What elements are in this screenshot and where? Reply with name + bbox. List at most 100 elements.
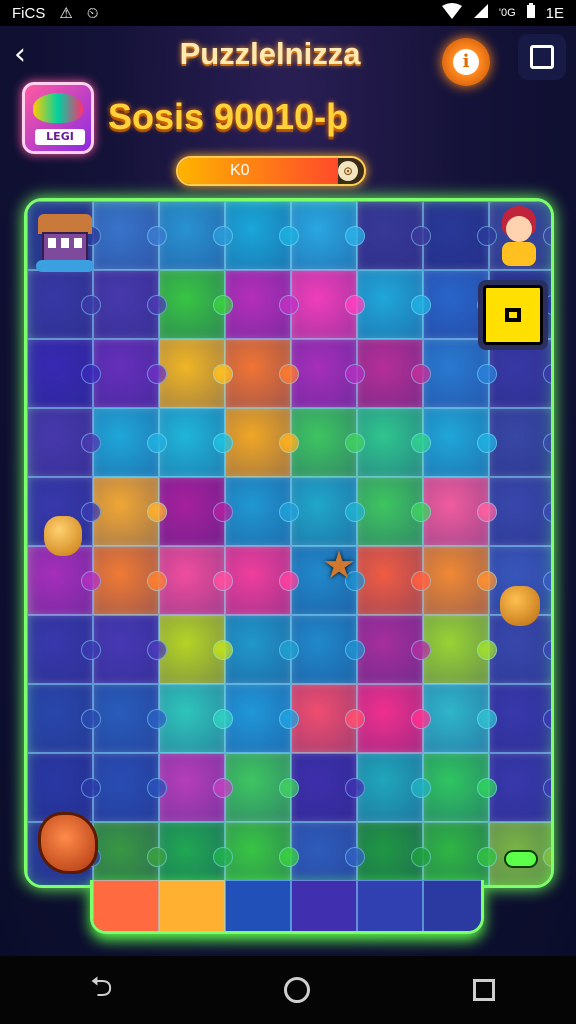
puzzle-piece[interactable]	[159, 270, 233, 339]
puzzle-piece[interactable]	[357, 339, 431, 408]
puzzle-piece[interactable]	[225, 270, 299, 339]
star-icon[interactable]: ★	[322, 546, 360, 584]
puzzle-piece[interactable]	[159, 753, 233, 822]
puzzle-piece[interactable]	[423, 546, 497, 615]
puzzle-piece[interactable]	[159, 684, 233, 753]
puzzle-piece[interactable]	[423, 753, 497, 822]
puzzle-board	[24, 198, 554, 888]
puzzle-piece[interactable]	[225, 822, 299, 885]
puzzle-piece[interactable]	[423, 477, 497, 546]
stop-button[interactable]	[478, 280, 548, 350]
signal-icon	[473, 3, 489, 23]
clock-icon: ⏲	[86, 4, 99, 22]
progress-knob-icon[interactable]: ⊙	[338, 161, 358, 181]
puzzle-piece[interactable]	[159, 546, 233, 615]
puzzle-piece[interactable]	[93, 270, 167, 339]
puzzle-piece[interactable]	[93, 408, 167, 477]
puzzle-piece[interactable]	[423, 615, 497, 684]
puzzle-piece[interactable]	[225, 684, 299, 753]
puzzle-piece[interactable]	[357, 408, 431, 477]
puzzle-piece[interactable]	[291, 753, 365, 822]
puzzle-piece[interactable]	[291, 339, 365, 408]
menu-square-button[interactable]	[518, 34, 566, 80]
puzzle-piece[interactable]	[489, 753, 551, 822]
puzzle-piece[interactable]	[423, 408, 497, 477]
progress-label: K0	[230, 162, 250, 179]
puzzle-piece[interactable]	[423, 339, 497, 408]
loose-piece-token[interactable]	[500, 586, 540, 626]
puzzle-piece[interactable]	[357, 615, 431, 684]
puzzle-piece[interactable]	[27, 408, 101, 477]
puzzle-piece[interactable]	[357, 684, 431, 753]
level-badge[interactable]: LEGI	[22, 82, 94, 154]
puzzle-piece[interactable]	[93, 477, 167, 546]
puzzle-piece[interactable]	[291, 408, 365, 477]
puzzle-piece[interactable]	[159, 339, 233, 408]
character-icon[interactable]	[482, 200, 556, 274]
puzzle-piece[interactable]	[159, 822, 233, 885]
puzzle-board-extension	[90, 880, 484, 934]
puzzle-piece[interactable]	[489, 684, 551, 753]
puzzle-piece[interactable]	[93, 615, 167, 684]
nav-back-icon[interactable]: ⮌	[81, 966, 121, 1014]
puzzle-piece[interactable]	[27, 339, 101, 408]
puzzle-piece[interactable]	[27, 270, 101, 339]
puzzle-piece[interactable]	[357, 270, 431, 339]
nav-recent-apps-icon[interactable]	[472, 979, 495, 1001]
puzzle-piece[interactable]	[291, 684, 365, 753]
back-button[interactable]: ‹	[14, 38, 44, 72]
puzzle-piece[interactable]	[357, 477, 431, 546]
puzzle-piece[interactable]	[27, 615, 101, 684]
puzzle-piece[interactable]	[27, 546, 101, 615]
dragon-icon[interactable]	[30, 806, 104, 880]
puzzle-piece[interactable]	[489, 408, 551, 477]
puzzle-piece[interactable]	[225, 615, 299, 684]
house-icon[interactable]	[28, 204, 102, 278]
puzzle-piece[interactable]	[291, 201, 365, 270]
game-title: Puzzlelnizza	[179, 36, 361, 71]
puzzle-piece[interactable]	[225, 339, 299, 408]
puzzle-piece[interactable]	[93, 684, 167, 753]
puzzle-piece[interactable]	[489, 477, 551, 546]
puzzle-piece[interactable]	[291, 270, 365, 339]
pill-icon[interactable]	[504, 850, 538, 868]
puzzle-piece[interactable]	[159, 201, 233, 270]
puzzle-piece[interactable]	[423, 822, 497, 885]
puzzle-piece[interactable]	[225, 408, 299, 477]
puzzle-piece[interactable]	[225, 201, 299, 270]
puzzle-piece[interactable]	[159, 408, 233, 477]
puzzle-piece[interactable]	[291, 477, 365, 546]
info-button[interactable]: i	[442, 38, 490, 86]
alert-icon: ⚠	[59, 5, 73, 22]
puzzle-piece[interactable]	[93, 339, 167, 408]
puzzle-piece[interactable]	[93, 880, 159, 931]
puzzle-piece[interactable]	[93, 546, 167, 615]
stop-icon	[483, 285, 543, 345]
nav-home-icon[interactable]	[283, 977, 310, 1003]
puzzle-piece[interactable]	[291, 822, 365, 885]
puzzle-piece[interactable]	[159, 477, 233, 546]
loose-piece-token[interactable]	[44, 516, 82, 556]
score-title: Sosis 90010-þ	[108, 96, 349, 137]
puzzle-piece[interactable]	[27, 684, 101, 753]
puzzle-piece[interactable]	[225, 880, 291, 931]
puzzle-piece[interactable]	[357, 880, 423, 931]
puzzle-piece[interactable]	[423, 684, 497, 753]
puzzle-piece[interactable]	[357, 201, 431, 270]
puzzle-grid	[27, 201, 551, 885]
puzzle-piece[interactable]	[225, 477, 299, 546]
puzzle-piece[interactable]	[225, 546, 299, 615]
puzzle-piece[interactable]	[291, 615, 365, 684]
puzzle-piece[interactable]	[159, 880, 225, 931]
puzzle-piece[interactable]	[357, 546, 431, 615]
battery-icon	[526, 3, 536, 23]
puzzle-piece[interactable]	[225, 753, 299, 822]
puzzle-piece[interactable]	[93, 201, 167, 270]
puzzle-piece[interactable]	[423, 201, 497, 270]
puzzle-piece[interactable]	[159, 615, 233, 684]
puzzle-piece[interactable]	[423, 880, 481, 931]
puzzle-piece[interactable]	[357, 822, 431, 885]
puzzle-piece[interactable]	[291, 880, 357, 931]
progress-fill	[178, 158, 338, 184]
puzzle-piece[interactable]	[357, 753, 431, 822]
